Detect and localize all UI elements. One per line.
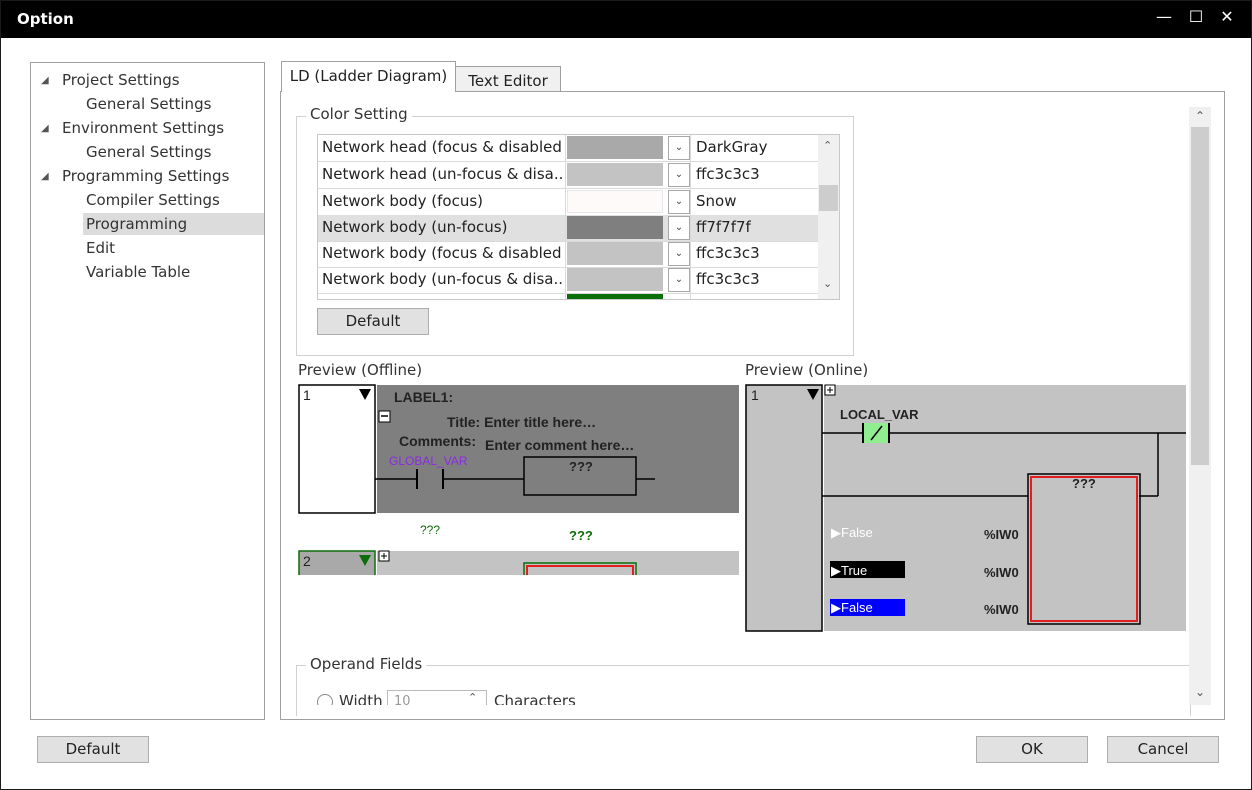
tree-item-environment-settings[interactable]: Environment Settings [62, 117, 224, 139]
chevron-down-icon[interactable]: ⌄ [823, 277, 832, 290]
minimize-icon[interactable]: — [1149, 5, 1179, 29]
network-comments-text: Enter comment here… [485, 437, 635, 453]
color-row-value: ffc3c3c3 [696, 165, 760, 183]
color-default-button[interactable]: Default [317, 308, 429, 335]
settings-tree: ◢ Project Settings General Settings ◢ En… [30, 62, 265, 720]
operand-fields-title: Operand Fields [306, 655, 427, 673]
tree-item-project-general[interactable]: General Settings [86, 93, 211, 115]
input-state-true: ▶True [831, 563, 868, 578]
input-state-false: ▶False [831, 525, 873, 540]
chevron-up-icon[interactable]: ⌃ [823, 139, 832, 152]
chevron-down-icon[interactable]: ⌄ [668, 242, 690, 266]
network-label: LABEL1: [394, 389, 454, 405]
color-row-name: Network body (un-focus) [322, 218, 508, 236]
color-swatch[interactable] [567, 190, 663, 213]
table-row[interactable]: Network body (focus & disabled) ⌄ ffc3c3… [318, 241, 818, 268]
network-title: Title: Enter title here… [447, 414, 597, 430]
color-row-value: ffc3c3c3 [696, 270, 760, 288]
expand-icon[interactable]: ◢ [41, 123, 49, 134]
network-comments-label: Comments: [399, 433, 477, 449]
expand-icon[interactable]: ◢ [41, 75, 49, 86]
table-row[interactable]: Network head (focus & disabled) ⌄ DarkGr… [318, 135, 818, 162]
option-dialog: Option — ☐ ✕ ◢ Project Settings General … [0, 0, 1252, 790]
title-bar: Option — ☐ ✕ [1, 1, 1251, 38]
width-value: 10 [394, 694, 411, 705]
color-swatch[interactable] [567, 242, 663, 265]
color-row-value: ffc3c3c3 [696, 244, 760, 262]
grid-scrollbar[interactable]: ⌃ ⌄ [818, 135, 839, 299]
color-row-name: Network body (un-focus & disa... [322, 270, 562, 288]
tree-item-compiler-settings[interactable]: Compiler Settings [86, 189, 220, 211]
tree-item-edit[interactable]: Edit [86, 237, 115, 259]
chevron-down-icon[interactable]: ⌄ [668, 268, 690, 292]
chevron-down-icon[interactable]: ⌄ [668, 190, 690, 214]
chevron-down-icon[interactable]: ⌄ [668, 216, 690, 240]
table-row[interactable]: Network head (un-focus & disa... ⌄ ffc3c… [318, 162, 818, 189]
window-title: Option [17, 10, 74, 28]
tree-item-variable-table[interactable]: Variable Table [86, 261, 190, 283]
network-number: 1 [303, 387, 311, 403]
color-row-name: Network head (focus & disabled) [322, 138, 562, 156]
column-divider [690, 135, 691, 299]
ok-button[interactable]: OK [976, 736, 1088, 763]
color-grid: Network head (focus & disabled) ⌄ DarkGr… [317, 134, 840, 300]
tree-item-programming[interactable]: Programming [83, 213, 264, 235]
color-row-name: Network body (focus) [322, 192, 483, 210]
width-label: Width [339, 692, 383, 705]
color-row-value: Snow [696, 192, 737, 210]
table-row[interactable]: Network body (un-focus) ⌄ ff7f7f7f [318, 215, 818, 242]
global-var-label: GLOBAL_VAR [389, 454, 468, 468]
chevron-up-icon[interactable]: ⌃ [1195, 109, 1205, 123]
tree-item-programming-settings[interactable]: Programming Settings [62, 165, 229, 187]
preview-online-title: Preview (Online) [745, 361, 869, 379]
maximize-icon[interactable]: ☐ [1181, 5, 1211, 29]
color-row-name: Network head (un-focus & disa... [322, 165, 562, 183]
local-var-label: LOCAL_VAR [840, 407, 919, 422]
input-address: %IW0 [984, 527, 1019, 542]
preview-offline-title: Preview (Offline) [298, 361, 423, 379]
close-icon[interactable]: ✕ [1212, 5, 1242, 29]
characters-label: Characters [494, 692, 576, 705]
panel-scrollbar[interactable]: ⌃ ⌄ [1189, 107, 1211, 705]
chevron-down-icon[interactable]: ⌄ [668, 136, 690, 160]
color-row-name: Network body (focus & disabled) [322, 244, 562, 262]
function-block-label: ??? [569, 528, 593, 543]
table-row[interactable]: Network body (un-focus & disa... ⌄ ffc3c… [318, 267, 818, 294]
tab-ld[interactable]: LD (Ladder Diagram) [281, 61, 456, 92]
color-swatch[interactable] [567, 163, 663, 186]
color-setting-title: Color Setting [306, 105, 412, 123]
chevron-down-icon[interactable]: ⌄ [668, 163, 690, 187]
function-block-label: ??? [1072, 476, 1096, 491]
chevron-up-icon[interactable]: ⌃ [468, 691, 477, 704]
color-swatch[interactable] [567, 268, 663, 291]
input-address: %IW0 [984, 602, 1019, 617]
function-block-label: ??? [569, 459, 593, 474]
preview-online-canvas [745, 384, 1186, 632]
width-input[interactable]: 10 ⌃ [387, 690, 487, 705]
dialog-client: ◢ Project Settings General Settings ◢ En… [1, 38, 1251, 789]
color-row-value: DarkGray [696, 138, 768, 156]
color-swatch[interactable] [567, 216, 663, 239]
scrollbar-thumb[interactable] [819, 185, 838, 211]
input-address: %IW0 [984, 565, 1019, 580]
scrollbar-thumb[interactable] [1191, 127, 1209, 465]
cancel-button[interactable]: Cancel [1107, 736, 1219, 763]
tree-item-environment-general[interactable]: General Settings [86, 141, 211, 163]
table-row[interactable]: Network body (focus) ⌄ Snow [318, 189, 818, 216]
footer-default-button[interactable]: Default [37, 736, 149, 763]
color-swatch[interactable] [567, 136, 663, 159]
chevron-down-icon[interactable]: ⌄ [1195, 685, 1205, 699]
contact-label: ??? [420, 523, 441, 537]
operand-width-row: Width 10 ⌃ Characters [297, 688, 1189, 705]
width-radio[interactable] [317, 694, 333, 705]
expand-icon[interactable]: ◢ [41, 171, 49, 182]
network-number: 1 [751, 387, 759, 403]
input-state-false: ▶False [831, 600, 873, 615]
preview-offline-canvas [298, 384, 739, 575]
network-number: 2 [303, 553, 311, 569]
color-row-value: ff7f7f7f [696, 218, 751, 236]
tree-item-project-settings[interactable]: Project Settings [62, 69, 180, 91]
column-divider [565, 135, 566, 299]
color-swatch [567, 294, 663, 299]
